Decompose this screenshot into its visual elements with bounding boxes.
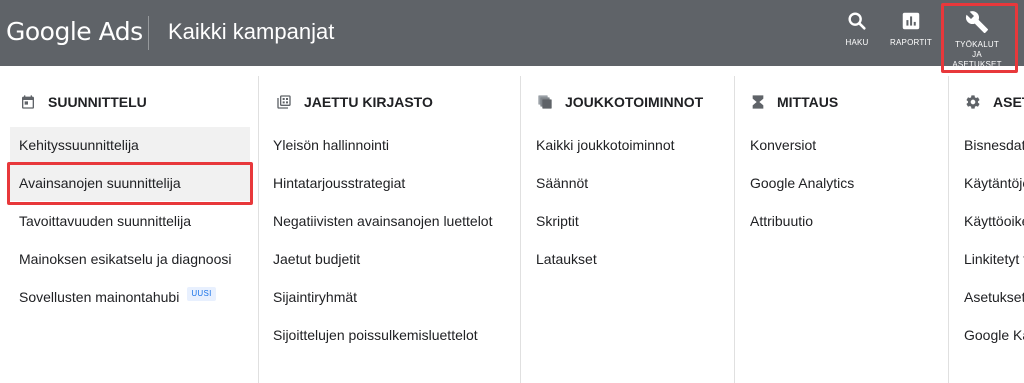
menu-item-skriptit[interactable]: Skriptit [536, 203, 579, 239]
menu-item-label: Sovellusten mainontahubi [19, 289, 180, 305]
menu-item-label: Jaetut budjetit [273, 251, 361, 267]
menu-item-negatiivisten-avainsanojen-luettelot[interactable]: Negatiivisten avainsanojen luettelot [273, 203, 492, 239]
menu-item-label: Attribuutio [750, 213, 814, 229]
menu-item-google-kauppias[interactable]: Google Kauppias [964, 317, 1024, 353]
menu-item-label: Tavoittavuuden suunnittelija [19, 213, 192, 229]
menu-item-label: Yleisön hallinnointi [273, 137, 389, 153]
reports-label: RAPORTIT [890, 38, 932, 47]
column-planning: SUUNNITTELU Kehityssuunnittelija Avainsa… [0, 66, 258, 383]
menu-item-kaytantojen-hallinta[interactable]: Käytäntöjen hallinta [964, 165, 1024, 201]
menu-item-label: Lataukset [536, 251, 597, 267]
column-heading-planning: SUUNNITTELU [20, 94, 147, 110]
menu-item-kayttooikeudet[interactable]: Käyttöoikeudet ja turvallisuus [964, 203, 1024, 239]
column-heading-shared-library: JAETTU KIRJASTO [276, 94, 433, 110]
menu-item-label: Asetukset [964, 289, 1024, 305]
column-heading-settings: ASETUKSET [965, 94, 1024, 110]
column-shared-library: JAETTU KIRJASTO Yleisön hallinnointi Hin… [259, 66, 520, 383]
keyword-planner-highlight-box [7, 162, 253, 205]
menu-item-konversiot[interactable]: Konversiot [750, 127, 816, 163]
menu-item-sijoittelujen-poissulkemisluettelot[interactable]: Sijoittelujen poissulkemisluettelot [273, 317, 478, 353]
menu-item-yleison-hallinnointi[interactable]: Yleisön hallinnointi [273, 127, 389, 163]
search-label: HAKU [845, 38, 869, 47]
menu-item-mainoksen-esikatselu[interactable]: Mainoksen esikatselu ja diagnoosi [10, 241, 231, 277]
menu-item-sijaintiryhmat[interactable]: Sijaintiryhmät [273, 279, 357, 315]
menu-item-hintatarjousstrategiat[interactable]: Hintatarjousstrategiat [273, 165, 405, 201]
bulk-actions-icon [538, 95, 552, 109]
tools-highlight-box [941, 3, 1018, 73]
menu-item-label: Sijaintiryhmät [273, 289, 358, 305]
google-ads-logo[interactable]: Google Ads [6, 17, 143, 46]
menu-item-label: Käytäntöjen hallinta [964, 175, 1024, 191]
menu-item-label: Sijoittelujen poissulkemisluettelot [273, 327, 478, 343]
menu-item-lataukset[interactable]: Lataukset [536, 241, 597, 277]
menu-item-label: Google Kauppias [964, 327, 1024, 343]
menu-item-label: Kaikki joukkotoiminnot [536, 137, 675, 153]
menu-item-jaetut-budjetit[interactable]: Jaetut budjetit [273, 241, 360, 277]
menu-item-label: Kehityssuunnittelija [19, 137, 139, 153]
settings-icon [966, 95, 980, 109]
column-measurement: MITTAUS Konversiot Google Analytics Attr… [735, 66, 948, 383]
page-title[interactable]: Kaikki kampanjat [168, 19, 334, 45]
reports-button[interactable]: RAPORTIT [883, 10, 939, 58]
heading-label: JOUKKOTOIMINNOT [565, 94, 704, 110]
column-heading-measurement: MITTAUS [751, 94, 838, 110]
menu-item-label: Mainoksen esikatselu ja diagnoosi [19, 251, 232, 267]
heading-label: JAETTU KIRJASTO [304, 94, 433, 110]
search-icon [848, 12, 866, 30]
menu-item-tavoittavuuden-suunnittelija[interactable]: Tavoittavuuden suunnittelija [10, 203, 191, 239]
menu-item-attribuutio[interactable]: Attribuutio [750, 203, 813, 239]
hourglass-icon [752, 95, 764, 109]
column-heading-bulk-actions: JOUKKOTOIMINNOT [537, 94, 703, 110]
column-bulk-actions: JOUKKOTOIMINNOT Kaikki joukkotoiminnot S… [521, 66, 734, 383]
logo-ads-text: Ads [98, 17, 144, 46]
new-badge: UUSI [187, 287, 216, 301]
heading-label: ASETUKSET [993, 94, 1024, 110]
menu-item-label: Säännöt [536, 175, 589, 191]
menu-item-asetukset[interactable]: Asetukset [964, 279, 1024, 315]
heading-label: SUUNNITTELU [48, 94, 147, 110]
reports-icon [902, 12, 920, 30]
menu-item-linkitetyt-tilit[interactable]: Linkitetyt tilit [964, 241, 1024, 277]
menu-item-sovellusten-mainontahubi[interactable]: Sovellusten mainontahubi UUSI [10, 279, 216, 315]
menu-item-label: Google Analytics [750, 175, 855, 191]
menu-item-label: Linkitetyt tilit [964, 251, 1024, 267]
search-button[interactable]: HAKU [829, 10, 885, 58]
menu-item-label: Negatiivisten avainsanojen luettelot [273, 213, 493, 229]
menu-item-kaikki-joukkotoiminnot[interactable]: Kaikki joukkotoiminnot [536, 127, 675, 163]
top-bar: Google Ads Kaikki kampanjat HAKU RAPORTI… [0, 0, 1024, 69]
calendar-icon [22, 95, 34, 109]
menu-item-label: Skriptit [536, 213, 579, 229]
menu-item-bisnesdata[interactable]: Bisnesdata [964, 127, 1024, 163]
menu-item-label: Käyttöoikeudet ja turvallisuus [964, 213, 1024, 229]
menu-item-label: Bisnesdata [964, 137, 1024, 153]
library-icon [277, 95, 291, 109]
menu-item-label: Konversiot [750, 137, 817, 153]
menu-item-kehityssuunnittelija[interactable]: Kehityssuunnittelija [10, 127, 250, 163]
column-settings: ASETUKSET Bisnesdata Käytäntöjen hallint… [949, 66, 1024, 383]
menu-item-saannot[interactable]: Säännöt [536, 165, 588, 201]
heading-label: MITTAUS [777, 94, 839, 110]
logo-google-text: Google [6, 17, 92, 46]
menu-item-label: Hintatarjousstrategiat [273, 175, 406, 191]
header-divider [148, 16, 149, 50]
menu-item-google-analytics[interactable]: Google Analytics [750, 165, 854, 201]
